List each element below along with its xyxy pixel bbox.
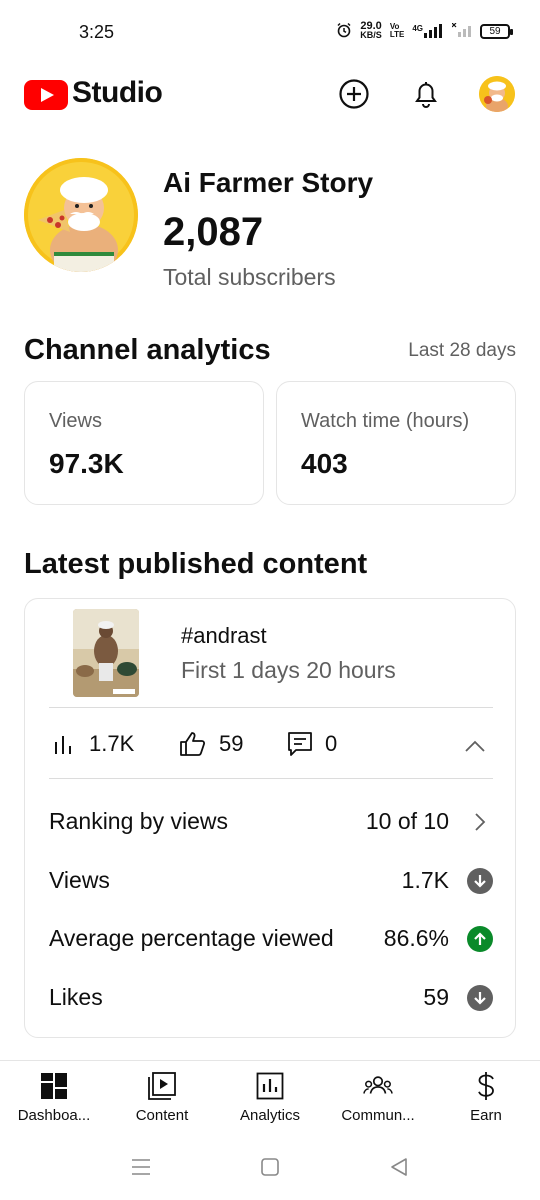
create-button[interactable] [336,76,372,112]
recents-button[interactable] [128,1154,154,1180]
analytics-period: Last 28 days [408,340,516,361]
comment-icon [288,732,312,756]
bottom-nav: Dashboa... Content Analytics Commun... E… [0,1060,540,1134]
stat-views: 1.7K [53,731,134,757]
row-value: 10 of 10 [365,808,449,834]
notifications-button[interactable] [408,76,444,112]
community-icon [363,1071,393,1101]
content-icon [147,1071,177,1101]
create-plus-icon [339,79,369,109]
volte-bottom: LTE [389,30,405,39]
battery-indicator: 59 [480,23,513,39]
menu-lines-icon [132,1159,150,1175]
stat-likes-value: 59 [219,731,244,756]
row-label: Average percentage viewed [49,925,334,951]
latest-content-card: #andrast First 1 days 20 hours 1.7K 59 0… [24,598,516,1038]
nav-label: Content [135,1107,189,1124]
chevron-up-icon [465,740,485,752]
nav-label: Analytics [239,1107,301,1124]
system-navigation [0,1134,540,1200]
dashboard-icon [39,1071,69,1101]
youtube-logo-icon [24,80,68,110]
row-label: Views [49,867,110,893]
analytics-title: Channel analytics [24,334,271,366]
stat-views-value: 1.7K [89,731,135,756]
watch-time-card[interactable]: Watch time (hours) 403 [276,381,516,505]
nav-item-community[interactable]: Commun... [324,1071,432,1124]
back-button[interactable] [386,1154,412,1180]
status-bar: 3:25 29.0 KB/S Vo LTE 4G 59 [0,0,540,68]
ranking-row[interactable]: Ranking by views 10 of 10 [49,802,493,842]
likes-row: Likes 59 [49,978,493,1018]
collapse-button[interactable] [461,733,489,759]
latest-content-title: Latest published content [24,548,368,580]
views-row: Views 1.7K [49,861,493,901]
metric-label: Watch time (hours) [301,410,470,432]
nav-item-content[interactable]: Content [108,1071,216,1124]
analytics-icon [255,1071,285,1101]
subscriber-label: Total subscribers [163,264,336,290]
signal-icon: 4G [412,24,444,38]
nav-label: Dashboa... [17,1107,91,1124]
square-home-icon [261,1158,279,1176]
volte-indicator: Vo LTE [390,23,405,39]
video-thumbnail[interactable] [73,609,139,697]
app-header: Studio [0,68,540,124]
video-age: First 1 days 20 hours [181,657,396,683]
nav-label: Commun... [341,1107,415,1124]
nav-label: Earn [470,1107,502,1124]
row-value: 86.6% [383,925,449,951]
subscriber-count: 2,087 [163,210,264,254]
signal-2-icon [451,22,472,39]
net-speed-unit: KB/S [360,30,382,40]
net-speed: 29.0 KB/S [360,21,382,40]
arrow-down-icon [467,985,493,1011]
row-value: 1.7K [401,867,449,893]
chevron-right-icon [467,809,493,835]
status-indicators: 29.0 KB/S Vo LTE 4G 59 [336,21,513,40]
stat-comments: 0 [287,731,337,757]
status-time: 3:25 [79,22,115,42]
row-value: 59 [423,984,449,1010]
back-triangle-icon [391,1158,407,1176]
bell-icon [415,82,437,108]
bar-chart-icon [55,736,71,754]
avg-percentage-row: Average percentage viewed 86.6% [49,919,493,959]
stat-comments-value: 0 [325,731,338,756]
row-label: Likes [49,984,103,1010]
account-avatar[interactable] [479,76,515,112]
dollar-icon [471,1071,501,1101]
nav-item-dashboard[interactable]: Dashboa... [0,1071,108,1124]
network-type: 4G [412,24,423,33]
metric-label: Views [49,410,102,432]
alarm-icon [336,22,352,40]
metric-value: 97.3K [49,448,124,479]
channel-avatar[interactable] [24,158,138,272]
arrow-down-icon [467,868,493,894]
divider [49,707,493,708]
home-button[interactable] [257,1154,283,1180]
channel-name: Ai Farmer Story [163,167,374,198]
nav-item-analytics[interactable]: Analytics [216,1071,324,1124]
stat-likes: 59 [179,731,243,757]
video-title[interactable]: #andrast [181,623,267,649]
row-label: Ranking by views [49,808,228,834]
metric-value: 403 [301,448,348,479]
divider [49,778,493,779]
app-name: Studio [72,76,163,109]
arrow-up-icon [467,926,493,952]
views-card[interactable]: Views 97.3K [24,381,264,505]
thumbs-up-icon [180,732,206,756]
nav-item-earn[interactable]: Earn [432,1071,540,1124]
